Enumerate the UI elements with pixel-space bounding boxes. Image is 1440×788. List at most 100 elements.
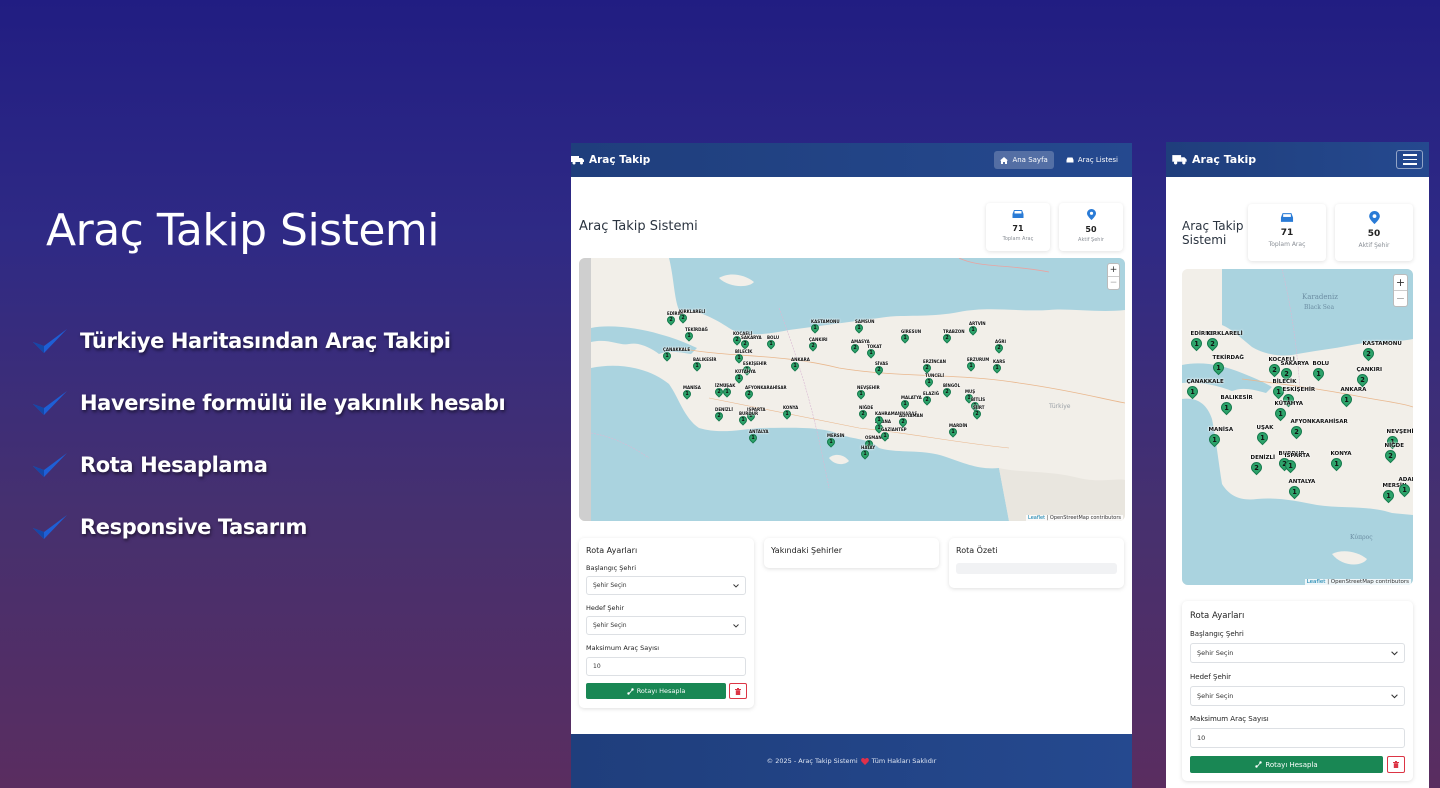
nav-list-label: Araç Listesi (1077, 156, 1118, 164)
max-vehicles-label: Maksimum Araç Sayısı (586, 644, 660, 652)
city-label: NEVŞEHİR (857, 385, 880, 390)
target-city-label: Hedef Şehir (586, 604, 625, 612)
delete-button[interactable] (729, 683, 747, 699)
marker-count: 1 (883, 433, 887, 439)
marker-count: 2 (681, 315, 685, 321)
marker-count: 1 (903, 401, 907, 407)
city-label: BİLECİK (735, 349, 753, 354)
feature-item: Rota Hesaplama (30, 449, 505, 480)
calculate-route-button[interactable]: Rotayı Hesapla (1190, 756, 1383, 773)
brand[interactable]: Araç Takip (1172, 153, 1256, 166)
brand[interactable]: Araç Takip (571, 154, 650, 166)
city-label: ADANA (1398, 477, 1414, 483)
city-label: ÇANKIRI (809, 337, 828, 342)
city-label: TOKAT (867, 344, 882, 349)
route-settings-card: Rota Ayarları Başlangıç Şehri Şehir Seçi… (579, 538, 754, 708)
city-label: MERSİN (827, 433, 845, 438)
city-label: AFYONKARAHİSAR (745, 385, 787, 390)
marker-count: 1 (1401, 485, 1407, 493)
zoom-out-button[interactable]: − (1108, 277, 1119, 289)
leaflet-link[interactable]: Leaflet (1307, 579, 1326, 585)
city-label: MUŞ (965, 389, 976, 394)
nav-vehicle-list[interactable]: Araç Listesi (1060, 151, 1124, 169)
marker-count: 1 (737, 355, 741, 361)
city-label: BALIKESİR (693, 357, 717, 362)
calculate-route-button[interactable]: Rotayı Hesapla (586, 683, 726, 699)
feature-text: Türkiye Haritasından Araç Takipi (80, 328, 451, 353)
leaflet-link[interactable]: Leaflet (1028, 515, 1045, 521)
location-pin-icon (1368, 211, 1380, 224)
marker-count: 2 (997, 345, 1001, 351)
marker-count: 1 (685, 391, 689, 397)
city-label: TEKİRDAĞ (1212, 355, 1244, 361)
marker-count: 2 (925, 365, 929, 371)
marker-count: 2 (717, 413, 721, 419)
city-label: UŞAK (1256, 425, 1274, 431)
marker-count: 1 (971, 327, 975, 333)
zoom-out-button[interactable]: − (1394, 291, 1407, 306)
map-view[interactable]: Karadeniz Black Sea Κύπρος + − Leaflet |… (1182, 269, 1413, 585)
city-label: MANİSA (1208, 427, 1234, 433)
heart-icon (860, 757, 869, 765)
map-attribution: Leaflet | OpenStreetMap contributors (1026, 515, 1123, 521)
city-label: SİİRT (973, 405, 985, 410)
marker-count: 1 (969, 363, 973, 369)
marker-count: 1 (1259, 433, 1265, 441)
start-city-select[interactable]: Şehir Seçin (1190, 643, 1405, 663)
city-label: KONYA (783, 405, 799, 410)
stat-value: 50 (1367, 229, 1381, 239)
car-icon (1066, 157, 1074, 163)
map-view[interactable]: Türkiye + − Leaflet | OpenStreetMap cont… (579, 258, 1125, 521)
city-label: KASTAMONU (1362, 341, 1402, 347)
city-label: ÇANAKKALE (1186, 379, 1224, 385)
marker-count: 1 (751, 435, 755, 441)
calculate-route-label: Rotayı Hesapla (636, 687, 686, 695)
feature-item: Türkiye Haritasından Araç Takipi (30, 325, 505, 356)
city-label: ANTALYA (749, 429, 769, 434)
city-label: ANKARA (791, 357, 810, 362)
max-vehicles-input[interactable]: 10 (586, 657, 746, 676)
max-vehicles-label: Maksimum Araç Sayısı (1190, 715, 1269, 723)
city-label: HATAY (861, 445, 876, 450)
stat-card-cities: 50 Aktif Şehir (1335, 204, 1413, 261)
marker-count: 1 (1189, 387, 1195, 395)
zoom-in-button[interactable]: + (1394, 275, 1407, 291)
marker-count: 1 (927, 379, 931, 385)
delete-button[interactable] (1387, 756, 1405, 773)
target-city-select[interactable]: Şehir Seçin (586, 616, 746, 635)
city-label: SAKARYA (1280, 361, 1309, 367)
marker-count: 1 (829, 439, 833, 445)
city-label: DENİZLİ (1250, 455, 1276, 461)
nav-home[interactable]: Ana Sayfa (994, 151, 1054, 169)
navbar: Araç Takip Ana Sayfa Araç Listesi (571, 143, 1132, 177)
route-summary-card: Rota Özeti (949, 538, 1124, 588)
route-settings-card: Rota Ayarları Başlangıç Şehri Şehir Seçi… (1182, 601, 1413, 781)
city-label: ARTVİN (969, 321, 986, 326)
marker-count: 2 (1209, 339, 1215, 347)
brand-label: Araç Takip (589, 154, 651, 166)
check-icon (33, 390, 67, 415)
stat-value: 71 (1012, 224, 1024, 233)
city-label: ISPARTA (1284, 453, 1310, 459)
city-label: BOLU (1312, 361, 1330, 367)
trash-icon (735, 687, 741, 695)
check-icon (33, 452, 67, 477)
start-city-select[interactable]: Şehir Seçin (586, 576, 746, 595)
route-summary-placeholder (956, 563, 1117, 574)
max-vehicles-input[interactable]: 10 (1190, 728, 1405, 748)
menu-toggle-button[interactable] (1396, 150, 1423, 169)
target-city-select[interactable]: Şehir Seçin (1190, 686, 1405, 706)
city-label: ANKARA (1340, 387, 1367, 393)
marker-count: 1 (863, 451, 867, 457)
city-label: ESKİŞEHİR (743, 361, 767, 366)
city-label: KASTAMONU (811, 319, 840, 324)
map-zoom-control: + − (1107, 263, 1120, 290)
sea-label-en: Black Sea (1304, 304, 1334, 311)
marker-count: 1 (1333, 459, 1339, 467)
city-label: AĞRI (995, 339, 1006, 344)
marker-count: 2 (743, 341, 747, 347)
city-label: GİRESUN (901, 329, 922, 334)
marker-count: 1 (877, 417, 881, 423)
zoom-in-button[interactable]: + (1108, 264, 1119, 277)
marker-count: 1 (793, 363, 797, 369)
